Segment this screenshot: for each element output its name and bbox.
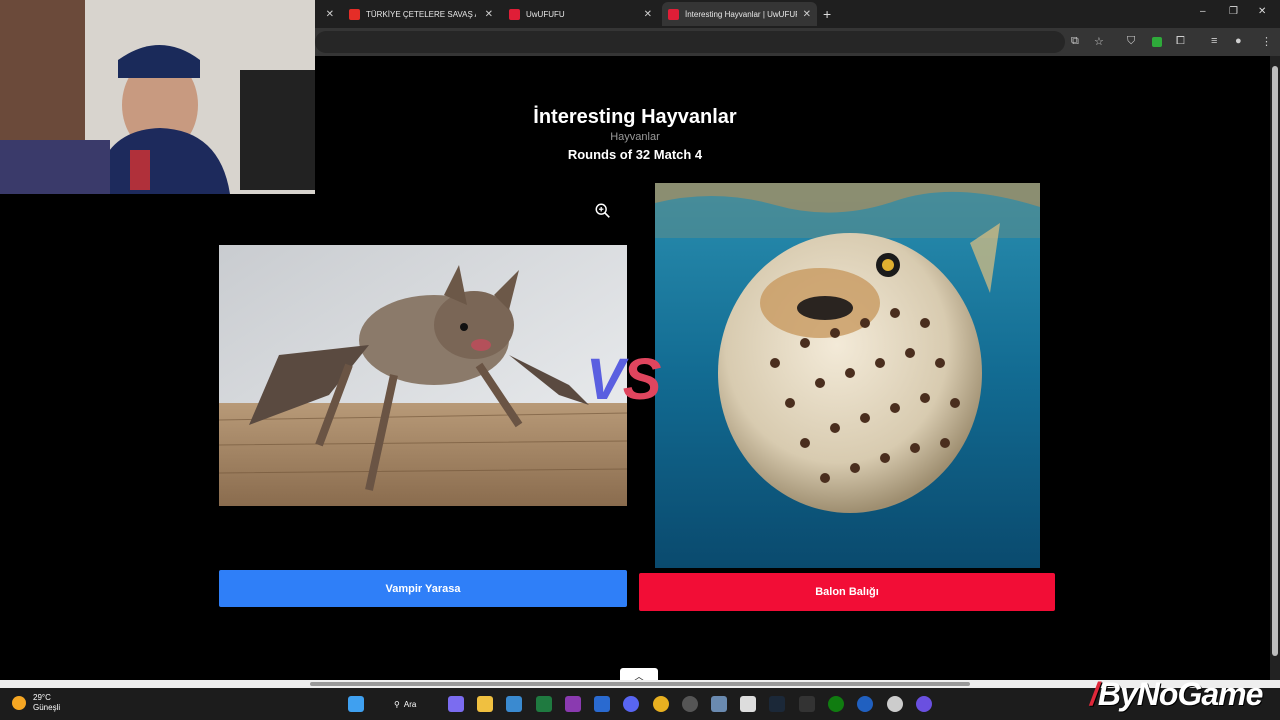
app-icon[interactable] [916,696,932,712]
uwufufu-icon [668,8,679,20]
pufferfish-image[interactable] [655,183,1040,568]
copilot-icon[interactable] [448,696,464,712]
profile-avatar-icon[interactable]: ● [1235,35,1242,47]
new-tab-button[interactable]: + [823,6,831,22]
minimize-icon[interactable]: – [1200,6,1206,17]
vertical-scrollbar[interactable] [1270,56,1280,680]
browser-tab[interactable]: ✕ [315,2,340,26]
shield-extension-icon[interactable]: ⛉ [1127,35,1135,48]
discord-icon[interactable] [623,696,639,712]
extension-icon[interactable] [1152,37,1162,47]
choice-button-left[interactable]: Vampir Yarasa [219,570,627,607]
epic-games-icon[interactable] [799,696,815,712]
screen: ✕ TÜRKİYE ÇETELERE SAVAŞ AÇTI ✕ UwUFUFU … [0,0,1280,720]
close-tab-icon[interactable]: ✕ [644,9,652,20]
search-button[interactable]: ⚲ Ara [384,695,438,713]
obs-icon[interactable] [682,696,698,712]
bat-image[interactable] [219,245,627,506]
versus-label: VS [586,347,661,412]
close-tab-icon[interactable]: ✕ [485,9,493,20]
close-tab-icon[interactable]: ✕ [326,9,334,20]
menu-kebab-icon[interactable]: ⋮ [1261,35,1272,48]
tab-label: UwUFUFU [526,9,565,19]
snipping-tool-icon[interactable] [740,696,756,712]
ubisoft-icon[interactable] [887,696,903,712]
uwufufu-icon [509,8,520,20]
tab-label: TÜRKİYE ÇETELERE SAVAŞ AÇTI [366,9,476,19]
youtube-icon [349,8,360,20]
bookmark-star-icon[interactable]: ☆ [1094,35,1104,48]
browser-tab[interactable]: TÜRKİYE ÇETELERE SAVAŞ AÇTI ✕ [343,2,499,26]
start-icon[interactable] [348,696,364,712]
ea-icon[interactable] [857,696,873,712]
puzzle-icon[interactable]: ⧠ [1176,35,1185,48]
calculator-icon[interactable] [711,696,727,712]
horizontal-scrollbar[interactable] [0,680,1280,688]
translate-icon[interactable]: ⧉ [1071,35,1079,48]
tab-label: İnteresting Hayvanlar | UwUFUFU [685,9,797,19]
onenote-icon[interactable] [565,696,581,712]
scrollbar-thumb[interactable] [310,682,970,686]
address-bar[interactable] [315,31,1065,53]
taskbar: 29°C Güneşli ⚲ Ara [0,688,1280,720]
webcam-overlay [0,0,315,194]
weather-widget[interactable]: 29°C Güneşli [12,693,60,713]
close-tab-icon[interactable]: ✕ [803,9,811,20]
browser-tab[interactable]: UwUFUFU ✕ [503,2,658,26]
file-explorer-icon[interactable] [477,696,493,712]
scrollbar-thumb[interactable] [1272,66,1278,656]
notes-icon[interactable] [594,696,610,712]
browser-tab-active[interactable]: İnteresting Hayvanlar | UwUFUFU ✕ [662,2,817,26]
choice-button-right[interactable]: Balon Balığı [639,573,1055,611]
close-window-icon[interactable]: ✕ [1258,6,1266,17]
weather-temp: 29°C [33,693,51,702]
maximize-icon[interactable]: ❐ [1229,6,1238,17]
weather-desc: Güneşli [33,703,61,712]
excel-icon[interactable] [536,696,552,712]
media-control-icon[interactable]: ≡ [1211,35,1217,47]
sun-icon [12,696,26,710]
search-label: Ara [403,699,417,709]
steam-icon[interactable] [769,696,785,712]
chrome-icon[interactable] [653,696,669,712]
zoom-in-icon[interactable] [594,202,612,220]
search-icon: ⚲ [394,699,400,709]
watermark-logo: /ByNoGame [1090,676,1263,712]
store-icon[interactable] [506,696,522,712]
xbox-icon[interactable] [828,696,844,712]
